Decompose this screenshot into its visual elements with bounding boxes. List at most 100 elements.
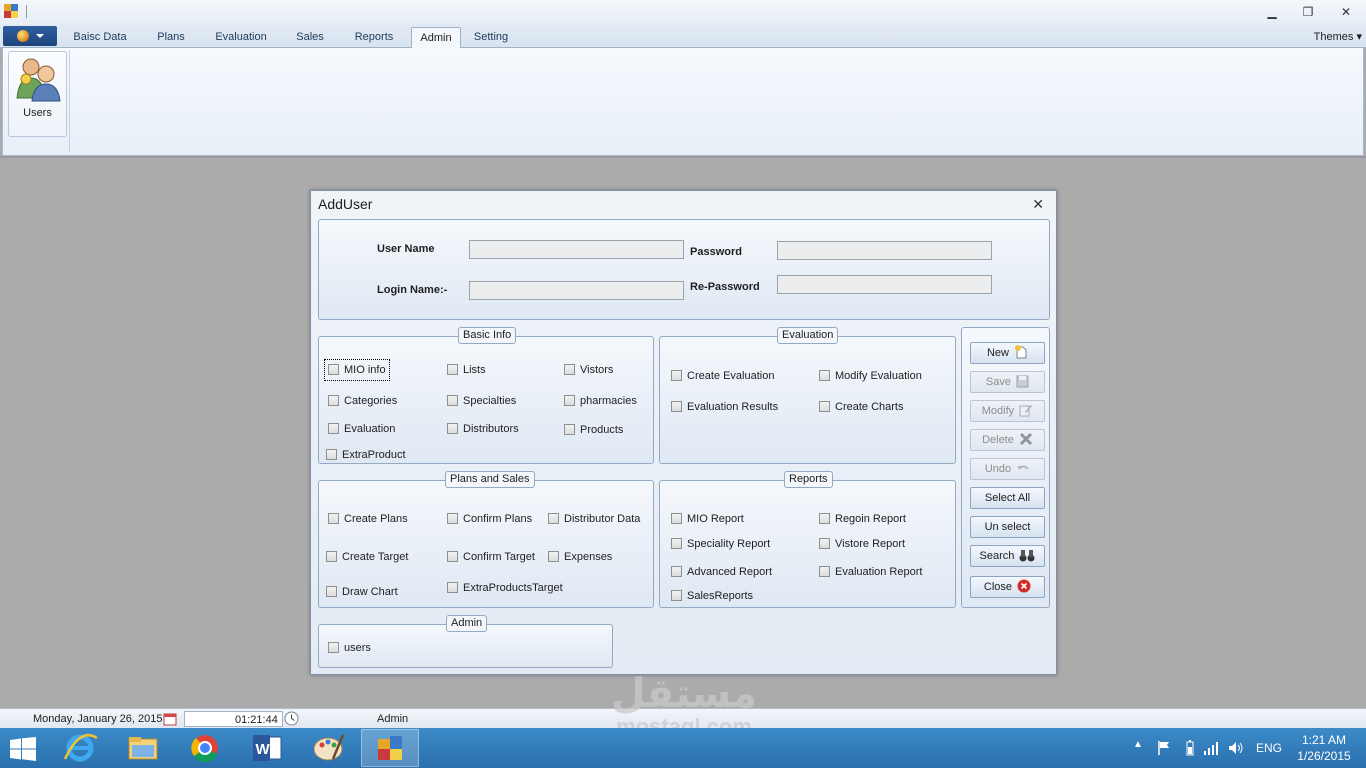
plans-and-sales-group: Plans and Sales Create Plans Confirm Pla… (318, 471, 654, 608)
login-name-input[interactable] (469, 281, 684, 300)
flag-icon[interactable] (1157, 740, 1171, 756)
checkbox-users[interactable]: users (328, 641, 371, 655)
checkbox-specialties[interactable]: Specialties (447, 394, 516, 408)
save-button[interactable]: Save (970, 371, 1045, 393)
status-time: 01:21:44 (235, 714, 278, 726)
password-label: Password (690, 246, 742, 258)
show-hidden-icons-icon[interactable]: ▲ (1133, 739, 1143, 750)
checkbox-region-report[interactable]: Regoin Report (819, 512, 906, 526)
checkbox-confirm-plans[interactable]: Confirm Plans (447, 512, 532, 526)
checkbox-advanced-report[interactable]: Advanced Report (671, 565, 772, 579)
checkbox-draw-chart[interactable]: Draw Chart (326, 585, 398, 599)
modify-button[interactable]: Modify (970, 400, 1045, 422)
checkbox-extra-product[interactable]: ExtraProduct (326, 448, 406, 462)
checkbox-label: MIO info (344, 364, 386, 376)
tab-reports[interactable]: Reports (344, 27, 404, 48)
checkbox-label: MIO Report (687, 513, 744, 525)
file-explorer-icon[interactable] (114, 729, 172, 767)
close-button[interactable]: Close (970, 576, 1045, 598)
battery-icon[interactable] (1186, 740, 1194, 756)
checkbox-label: Expenses (564, 551, 613, 563)
taskbar-clock-date[interactable]: 1/26/2015 (1290, 749, 1358, 763)
unselect-button[interactable]: Un select (970, 516, 1045, 538)
checkbox-evaluation[interactable]: Evaluation (328, 422, 395, 436)
tab-basic-data[interactable]: Baisc Data (64, 27, 136, 48)
checkbox-confirm-target[interactable]: Confirm Target (447, 550, 535, 564)
status-time-box: 01:21:44 (184, 711, 283, 727)
checkbox-evaluation-report[interactable]: Evaluation Report (819, 565, 922, 579)
delete-icon (1019, 432, 1032, 446)
volume-icon[interactable] (1228, 741, 1244, 755)
minimize-button[interactable]: ▁ (1260, 3, 1284, 21)
close-window-button[interactable]: ✕ (1334, 3, 1358, 21)
network-signal-icon[interactable] (1203, 741, 1219, 755)
checkbox-speciality-report[interactable]: Speciality Report (671, 537, 770, 551)
checkbox-label: Confirm Target (463, 551, 535, 563)
internet-explorer-icon[interactable] (51, 729, 109, 767)
chrome-icon[interactable] (176, 729, 234, 767)
user-name-input[interactable] (469, 240, 684, 259)
dialog-close-button[interactable]: ✕ (1032, 196, 1044, 213)
checkbox-pharmacies[interactable]: pharmacies (564, 394, 637, 408)
checkbox-box (447, 582, 458, 593)
checkbox-label: Confirm Plans (463, 513, 533, 525)
credentials-panel: User Name Password Login Name:- Re-Passw… (318, 219, 1050, 320)
checkbox-box (819, 566, 830, 577)
checkbox-extra-products-target[interactable]: ExtraProductsTarget (447, 581, 563, 595)
undo-button[interactable]: Undo (970, 458, 1045, 480)
checkbox-products[interactable]: Products (564, 423, 623, 437)
checkbox-categories[interactable]: Categories (328, 394, 397, 408)
application-menu-button[interactable] (3, 26, 57, 46)
paint-icon[interactable] (299, 729, 357, 767)
users-ribbon-button[interactable]: Users (8, 51, 67, 137)
select-all-button[interactable]: Select All (970, 487, 1045, 509)
checkbox-lists[interactable]: Lists (447, 363, 486, 377)
checkbox-label: Advanced Report (687, 566, 772, 578)
re-password-input[interactable] (777, 275, 992, 294)
restore-button[interactable]: ❐ (1296, 3, 1320, 21)
language-indicator[interactable]: ENG (1256, 741, 1282, 755)
checkbox-box (328, 642, 339, 653)
checkbox-mio-info[interactable]: MIO info (324, 359, 390, 381)
users-label: Users (23, 107, 52, 119)
checkbox-label: Distributors (463, 423, 519, 435)
word-icon[interactable]: W (238, 729, 296, 767)
tab-evaluation[interactable]: Evaluation (206, 27, 276, 48)
checkbox-box (328, 395, 339, 406)
save-button-label: Save (985, 376, 1011, 388)
tab-plans[interactable]: Plans (146, 27, 196, 48)
modify-button-label: Modify (981, 405, 1015, 417)
evaluation-title: Evaluation (777, 327, 839, 344)
checkbox-evaluation-results[interactable]: Evaluation Results (671, 400, 778, 414)
checkbox-box (447, 513, 458, 524)
search-button[interactable]: Search (970, 545, 1045, 567)
add-user-dialog: AddUser ✕ User Name Password Login Name:… (310, 190, 1057, 675)
checkbox-create-charts[interactable]: Create Charts (819, 400, 903, 414)
checkbox-label: Vistore Report (835, 538, 906, 550)
checkbox-expenses[interactable]: Expenses (548, 550, 612, 564)
checkbox-modify-evaluation[interactable]: Modify Evaluation (819, 369, 922, 383)
checkbox-sales-reports[interactable]: SalesReports (671, 589, 753, 603)
calendar-icon[interactable] (163, 712, 177, 726)
tab-sales[interactable]: Sales (286, 27, 334, 48)
checkbox-create-plans[interactable]: Create Plans (328, 512, 408, 526)
checkbox-vistors[interactable]: Vistors (564, 363, 613, 377)
checkbox-box (328, 364, 339, 375)
taskbar-clock-time[interactable]: 1:21 AM (1290, 733, 1358, 747)
checkbox-distributors[interactable]: Distributors (447, 422, 519, 436)
checkbox-label: Draw Chart (342, 586, 398, 598)
tab-admin[interactable]: Admin (411, 27, 461, 48)
themes-menu[interactable]: Themes ▾ (1314, 30, 1362, 43)
delete-button[interactable]: Delete (970, 429, 1045, 451)
new-button[interactable]: New (970, 342, 1045, 364)
checkbox-distributor-data[interactable]: Distributor Data (548, 512, 640, 526)
password-input[interactable] (777, 241, 992, 260)
status-user: Admin (377, 713, 409, 725)
tab-setting[interactable]: Setting (466, 27, 516, 48)
checkbox-mio-report[interactable]: MIO Report (671, 512, 744, 526)
checkbox-create-target[interactable]: Create Target (326, 550, 408, 564)
checkbox-create-evaluation[interactable]: Create Evaluation (671, 369, 774, 383)
app-window-icon[interactable] (361, 729, 419, 767)
checkbox-vistore-report[interactable]: Vistore Report (819, 537, 905, 551)
windows-start-icon[interactable] (8, 737, 38, 761)
